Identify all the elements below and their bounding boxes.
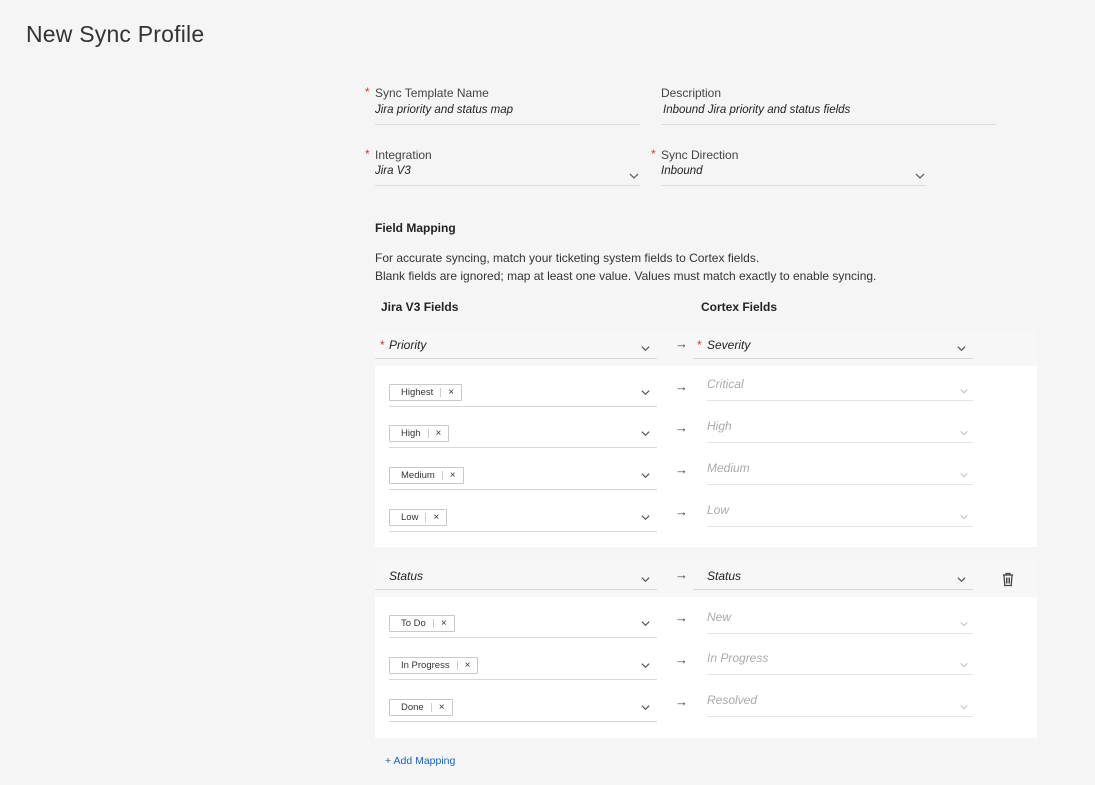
source-value-select[interactable]: To Do × [389, 610, 657, 638]
target-value-placeholder: New [707, 610, 732, 624]
source-field-select[interactable]: Priority [375, 331, 657, 359]
sync-direction-underline [661, 185, 926, 186]
value-chip: Highest × [389, 384, 463, 401]
chevron-down-icon [914, 170, 926, 182]
source-field-select[interactable]: Status [375, 562, 657, 590]
required-asterisk: * [365, 147, 370, 161]
source-value-select[interactable]: Low × [389, 504, 657, 532]
description-underline [661, 124, 996, 125]
target-value-placeholder: Low [707, 503, 730, 517]
chevron-down-icon [959, 699, 969, 710]
trash-icon[interactable] [1001, 572, 1015, 587]
value-chip: High × [389, 425, 450, 442]
remove-chip-icon[interactable]: × [450, 470, 456, 481]
chevron-down-icon [640, 341, 651, 352]
chevron-down-icon [628, 170, 640, 182]
integration-value: Jira V3 [375, 165, 411, 177]
target-value-select[interactable]: Low [707, 499, 973, 527]
target-value-select[interactable]: New [707, 606, 973, 634]
page-title: New Sync Profile [26, 21, 205, 47]
required-asterisk: * [365, 85, 370, 99]
chevron-down-icon [640, 572, 651, 583]
template-name-input[interactable]: Jira priority and status map [375, 104, 513, 116]
description-input[interactable]: Inbound Jira priority and status fields [663, 104, 850, 116]
chevron-down-icon [959, 383, 969, 394]
target-value-select[interactable]: Resolved [707, 689, 973, 717]
value-chip: Low × [389, 509, 448, 526]
chevron-down-icon [959, 616, 969, 627]
arrow-right-icon: → [675, 336, 688, 351]
remove-chip-icon[interactable]: × [436, 428, 442, 439]
chevron-down-icon [959, 425, 969, 436]
source-value-select[interactable]: In Progress × [389, 652, 657, 680]
source-field-label: Priority [389, 338, 427, 352]
field-mapping-help-line-2: Blank fields are ignored; map at least o… [375, 269, 877, 283]
required-asterisk: * [651, 147, 656, 161]
arrow-right-icon: → [675, 694, 688, 709]
target-field-select[interactable]: Severity [693, 331, 973, 359]
description-label: Description [661, 86, 722, 100]
arrow-right-icon: → [675, 504, 688, 519]
chevron-down-icon [956, 572, 967, 583]
source-value-select[interactable]: High × [389, 420, 657, 448]
remove-chip-icon[interactable]: × [448, 387, 454, 398]
integration-label: Integration [375, 148, 432, 162]
target-value-select[interactable]: In Progress [707, 647, 973, 675]
arrow-right-icon: → [675, 462, 688, 477]
remove-chip-icon[interactable]: × [433, 512, 439, 523]
chevron-down-icon [959, 509, 969, 520]
target-value-select[interactable]: Critical [707, 373, 973, 401]
integration-underline [375, 185, 640, 186]
chevron-down-icon [640, 658, 651, 669]
source-value-select[interactable]: Done × [389, 694, 657, 722]
target-value-placeholder: In Progress [707, 651, 769, 665]
arrow-right-icon: → [675, 652, 688, 667]
chevron-down-icon [640, 700, 651, 711]
target-field-select[interactable]: Status [693, 562, 973, 590]
mapping-group-priority: * Priority → * Severity Highest × → Criti… [375, 330, 1037, 547]
target-value-select[interactable]: Medium [707, 457, 973, 485]
template-name-label: Sync Template Name [375, 86, 489, 100]
mapping-group-status: Status → Status To Do × → New In Progress… [375, 561, 1037, 738]
chevron-down-icon [959, 657, 969, 668]
arrow-right-icon: → [675, 567, 688, 582]
remove-chip-icon[interactable]: × [441, 618, 447, 629]
value-chip: To Do × [389, 615, 455, 632]
sync-direction-value: Inbound [661, 165, 703, 177]
target-field-label: Severity [707, 338, 751, 352]
target-field-label: Status [707, 569, 742, 583]
target-value-placeholder: High [707, 419, 732, 433]
chevron-down-icon [640, 616, 651, 627]
chevron-down-icon [956, 341, 967, 352]
value-chip: In Progress × [389, 657, 479, 674]
value-chip: Done × [389, 699, 453, 716]
chevron-down-icon [959, 467, 969, 478]
chevron-down-icon [640, 468, 651, 479]
right-column-header: Cortex Fields [701, 300, 778, 314]
field-mapping-title: Field Mapping [375, 221, 456, 235]
add-mapping-button[interactable]: + Add Mapping [385, 755, 455, 767]
left-column-header: Jira V3 Fields [381, 300, 459, 314]
source-field-label: Status [389, 569, 424, 583]
chevron-down-icon [640, 426, 651, 437]
target-value-placeholder: Critical [707, 377, 744, 391]
target-value-select[interactable]: High [707, 415, 973, 443]
value-chip: Medium × [389, 467, 464, 484]
arrow-right-icon: → [675, 420, 688, 435]
target-value-placeholder: Resolved [707, 693, 758, 707]
source-value-select[interactable]: Highest × [389, 379, 657, 407]
target-value-placeholder: Medium [707, 461, 750, 475]
template-name-underline [375, 124, 640, 125]
arrow-right-icon: → [675, 610, 688, 625]
sync-direction-label: Sync Direction [661, 148, 739, 162]
chevron-down-icon [640, 385, 651, 396]
remove-chip-icon[interactable]: × [439, 702, 445, 713]
arrow-right-icon: → [675, 379, 688, 394]
chevron-down-icon [640, 510, 651, 521]
field-mapping-help-line-1: For accurate syncing, match your ticketi… [375, 251, 760, 265]
source-value-select[interactable]: Medium × [389, 462, 657, 490]
remove-chip-icon[interactable]: × [465, 660, 471, 671]
